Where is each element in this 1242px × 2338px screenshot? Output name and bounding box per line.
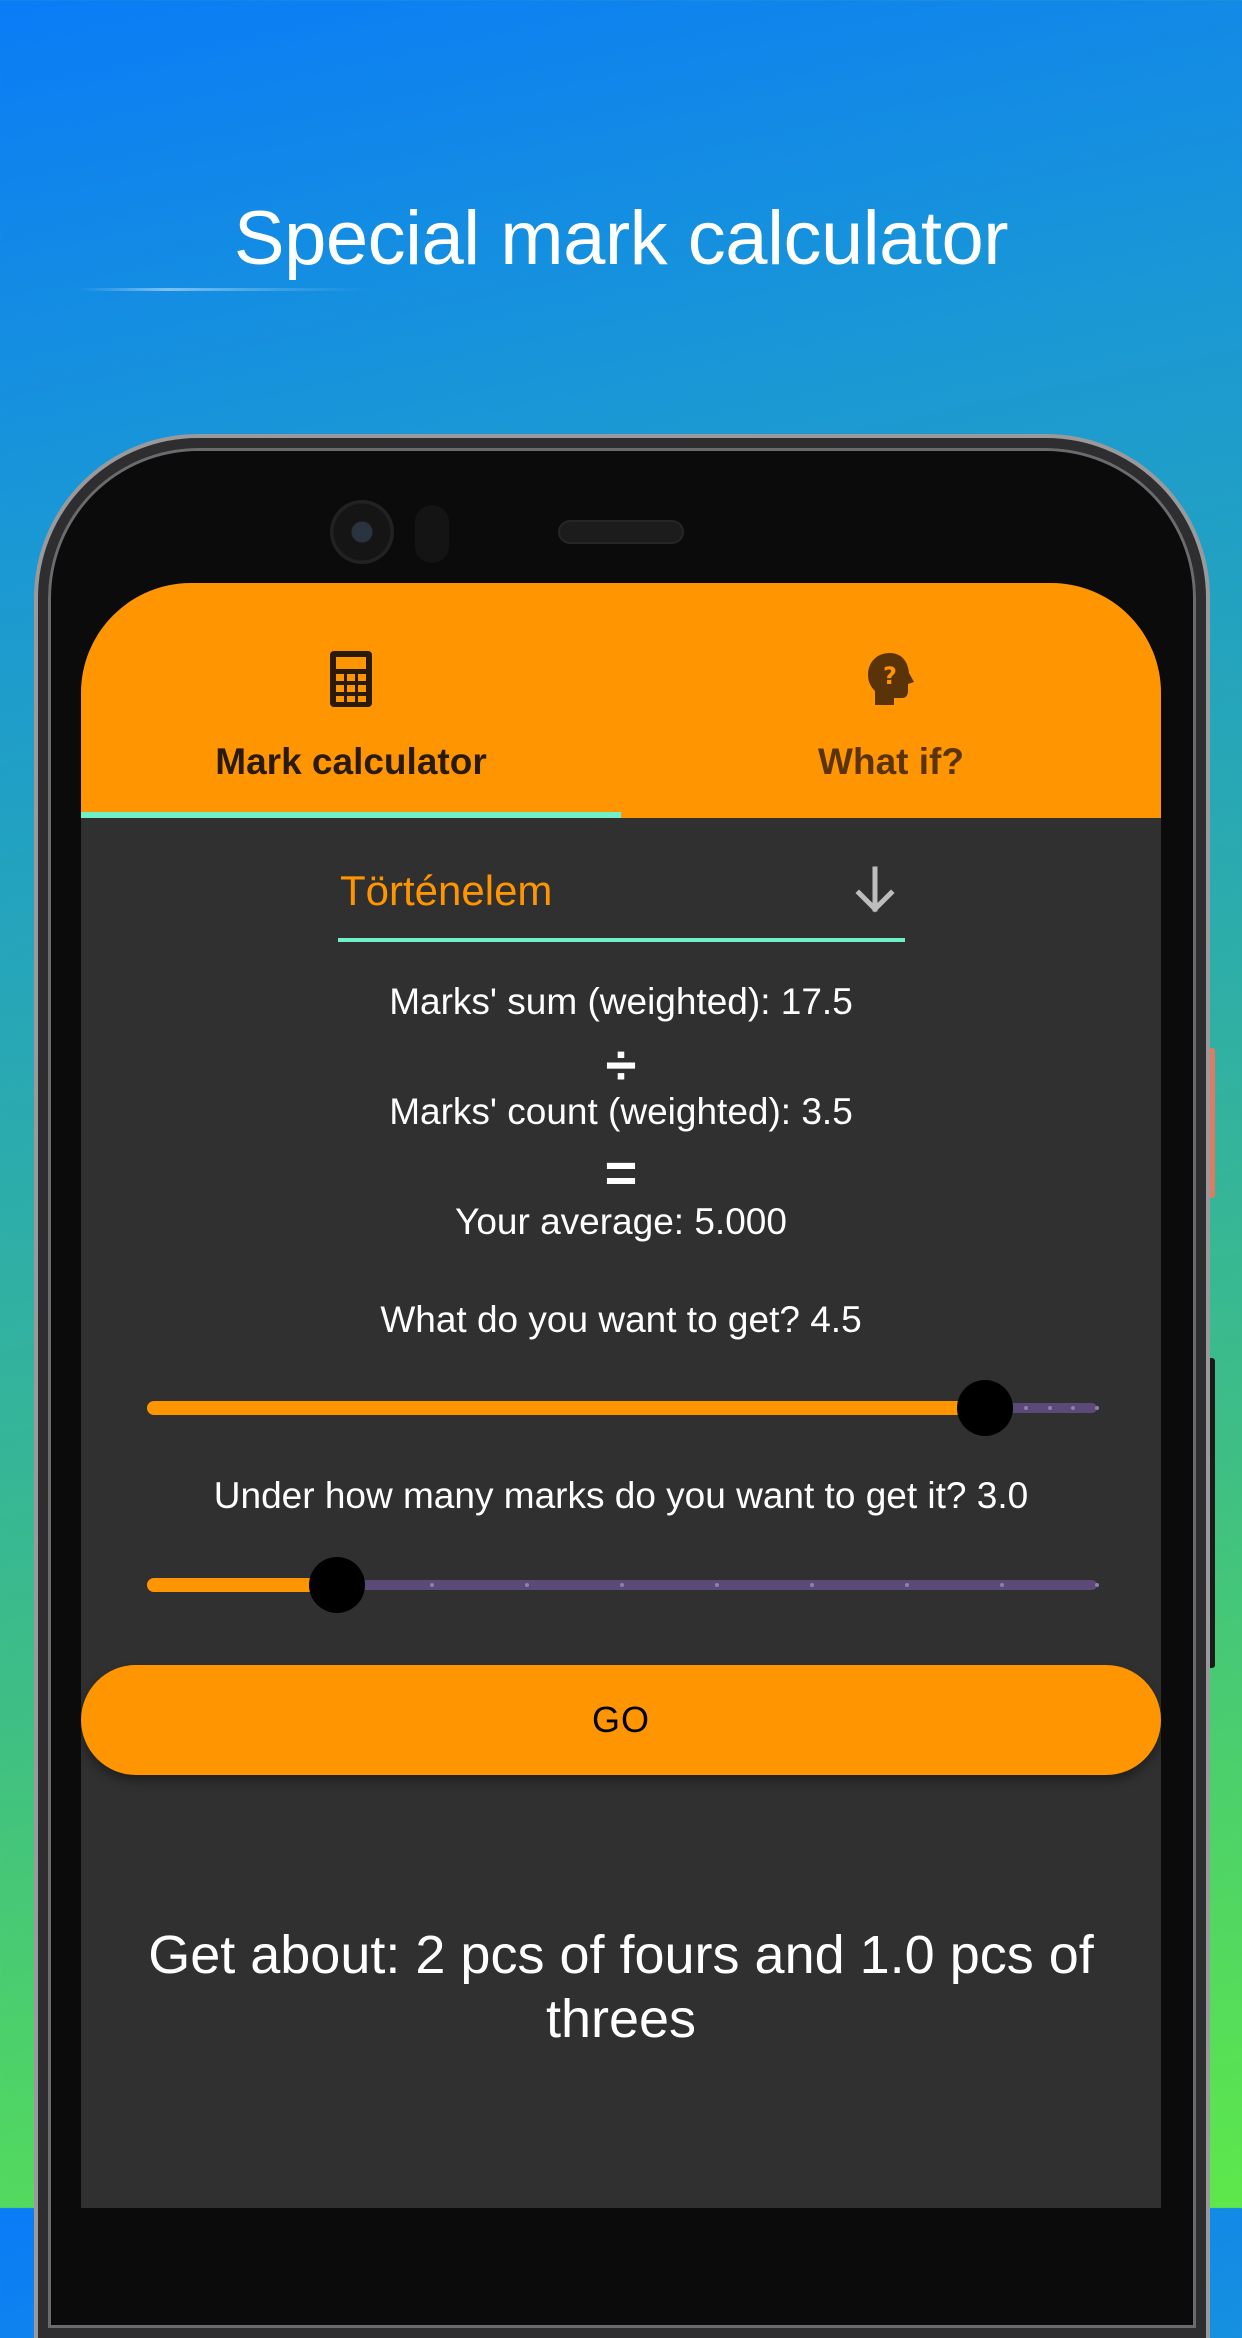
active-tab-indicator bbox=[81, 812, 621, 818]
slider-tick bbox=[1095, 1406, 1099, 1410]
calculator-icon bbox=[330, 651, 372, 712]
slider-tick bbox=[1048, 1406, 1052, 1410]
result-text: Get about: 2 pcs of fours and 1.0 pcs of… bbox=[148, 1925, 1094, 2049]
headline: Special mark calculator bbox=[233, 196, 1009, 281]
average: Your average: 5.000 bbox=[455, 1201, 787, 1242]
equals-symbol: = bbox=[604, 1141, 638, 1204]
go-button[interactable]: GO bbox=[81, 1665, 1161, 1775]
speaker-grille bbox=[560, 522, 682, 542]
tab-mark-calculator[interactable]: Mark calculator bbox=[81, 583, 621, 818]
subject-value: Történelem bbox=[340, 867, 553, 914]
headline-decoration bbox=[80, 288, 370, 291]
tab-bar: Mark calculator ? What if? bbox=[81, 583, 1161, 818]
head-question-icon: ? bbox=[866, 651, 916, 712]
slider-tick bbox=[1095, 1583, 1099, 1587]
phone-power-button bbox=[1205, 1358, 1215, 1668]
tab-label: Mark calculator bbox=[215, 741, 487, 782]
slider-tick bbox=[1000, 1583, 1004, 1587]
svg-text:?: ? bbox=[883, 662, 897, 690]
marks-count-label: Under how many marks do you want to get … bbox=[213, 1475, 1029, 1516]
slider-tick bbox=[715, 1583, 719, 1587]
arrow-down-icon bbox=[851, 865, 899, 922]
slider-tick bbox=[620, 1583, 624, 1587]
slider-thumb[interactable] bbox=[957, 1380, 1013, 1436]
target-label: What do you want to get? 4.5 bbox=[380, 1299, 862, 1340]
slider-tick bbox=[810, 1583, 814, 1587]
slider-fill bbox=[147, 1401, 985, 1415]
subject-dropdown[interactable]: Történelem bbox=[338, 865, 905, 925]
tab-label: What if? bbox=[818, 741, 964, 782]
slider-tick bbox=[1024, 1406, 1028, 1410]
slider-thumb[interactable] bbox=[309, 1557, 365, 1613]
marks-sum: Marks' sum (weighted): 17.5 bbox=[389, 981, 853, 1022]
divide-symbol: ÷ bbox=[605, 1033, 637, 1096]
dropdown-underline bbox=[338, 938, 905, 942]
slider-tick bbox=[430, 1583, 434, 1587]
phone-side-button bbox=[1205, 1048, 1215, 1198]
marks-slider[interactable] bbox=[147, 1555, 1099, 1615]
marks-count: Marks' count (weighted): 3.5 bbox=[389, 1091, 853, 1132]
slider-tick bbox=[905, 1583, 909, 1587]
sensor-icon bbox=[415, 505, 449, 563]
slider-tick bbox=[525, 1583, 529, 1587]
tab-what-if[interactable]: ? What if? bbox=[621, 583, 1161, 818]
slider-tick bbox=[1071, 1406, 1075, 1410]
app-screen: Mark calculator ? What if? Történelem Ma… bbox=[81, 583, 1161, 2208]
target-slider[interactable] bbox=[147, 1378, 1099, 1438]
camera-icon bbox=[330, 500, 394, 564]
